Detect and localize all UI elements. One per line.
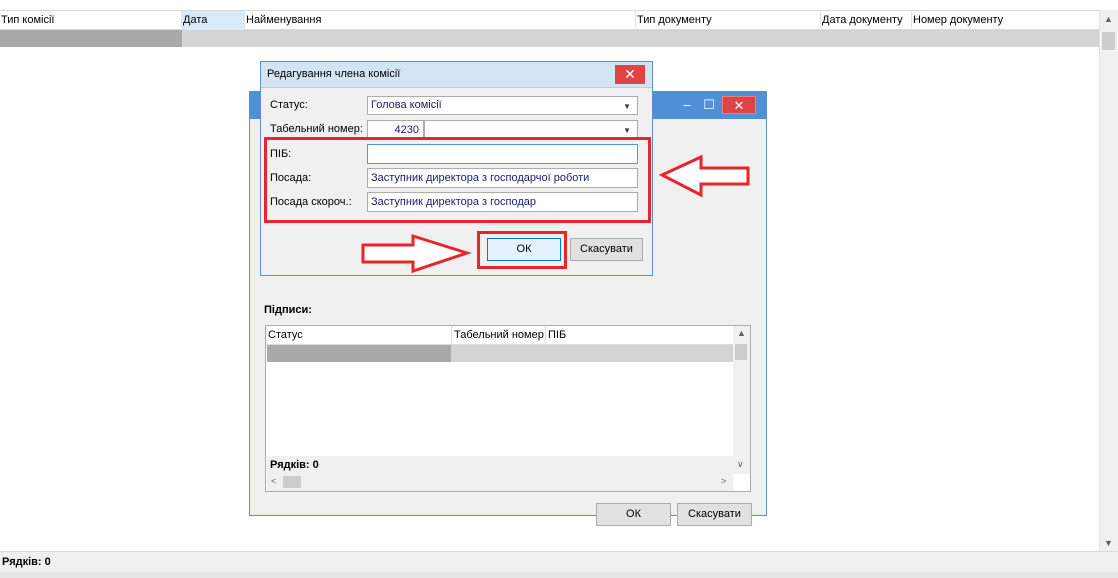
scroll-up-icon[interactable]: ▲ — [1104, 14, 1113, 24]
commission-cancel-button[interactable]: Скасувати — [677, 503, 752, 526]
maximize-icon[interactable]: ☐ — [698, 96, 720, 114]
member-cancel-button[interactable]: Скасувати — [570, 238, 643, 261]
scroll-thumb[interactable] — [283, 476, 301, 488]
column-header-document-number[interactable]: Номер документу — [912, 11, 1099, 30]
signatures-label: Підписи: — [264, 304, 312, 316]
column-header-date[interactable]: Дата — [182, 11, 245, 30]
close-icon[interactable]: ✕ — [615, 65, 645, 84]
main-grid-header: Тип комісії Дата Найменування Тип докуме… — [0, 10, 1099, 30]
signatures-column-status[interactable]: Статус — [266, 326, 452, 345]
signatures-horizontal-scrollbar[interactable]: < > — [267, 474, 733, 491]
commission-ok-button[interactable]: ОК — [596, 503, 671, 526]
signatures-column-pib[interactable]: ПІБ — [546, 326, 733, 345]
column-header-document-type[interactable]: Тип документу — [636, 11, 821, 30]
main-row-count: Рядків: 0 — [2, 556, 51, 568]
scroll-down-icon[interactable]: ▼ — [1104, 538, 1113, 548]
main-footer: Рядків: 0 — [0, 551, 1118, 578]
left-arrow-icon — [658, 154, 750, 198]
scroll-up-icon[interactable]: ▲ — [737, 328, 746, 338]
chevron-right-icon[interactable]: > — [721, 476, 726, 486]
tab-number-label: Табельний номер: — [270, 123, 363, 135]
ok-highlight-box — [477, 231, 567, 269]
edit-member-titlebar[interactable]: Редагування члена комісії ✕ — [261, 62, 652, 88]
right-arrow-icon — [361, 233, 472, 274]
main-grid-row[interactable] — [0, 30, 1099, 47]
chevron-left-icon[interactable]: < — [271, 476, 276, 486]
status-label: Статус: — [270, 99, 308, 111]
signatures-selected-cell[interactable] — [267, 345, 451, 362]
column-header-commission-type[interactable]: Тип комісії — [0, 11, 182, 30]
signatures-row-count: Рядків: 0 — [267, 456, 733, 474]
main-horizontal-scrollbar[interactable] — [0, 572, 1118, 578]
signatures-grid: Статус Табельний номер ПІБ ▲ ∨ Рядків: 0… — [265, 325, 751, 492]
column-header-document-date[interactable]: Дата документу — [821, 11, 912, 30]
scroll-thumb[interactable] — [735, 344, 747, 360]
dialog-title: Редагування члена комісії — [267, 68, 401, 80]
signatures-vertical-scrollbar[interactable]: ▲ ∨ — [733, 326, 750, 474]
status-value: Голова комісії — [371, 99, 442, 111]
scroll-thumb[interactable] — [1102, 32, 1115, 50]
fields-highlight-box — [264, 137, 651, 223]
chevron-down-icon[interactable]: ∨ — [737, 459, 744, 470]
close-icon[interactable]: ✕ — [722, 96, 756, 114]
minimize-icon[interactable]: – — [676, 96, 698, 114]
dropdown-arrow-icon[interactable]: ▼ — [623, 98, 631, 115]
selected-cell[interactable] — [0, 30, 182, 47]
status-combobox[interactable]: Голова комісії ▼ — [367, 96, 638, 115]
signatures-column-tab-number[interactable]: Табельний номер — [452, 326, 546, 345]
main-vertical-scrollbar[interactable]: ▲ ▼ — [1099, 10, 1118, 551]
column-header-name[interactable]: Найменування — [245, 11, 636, 30]
signatures-row[interactable] — [267, 345, 733, 362]
